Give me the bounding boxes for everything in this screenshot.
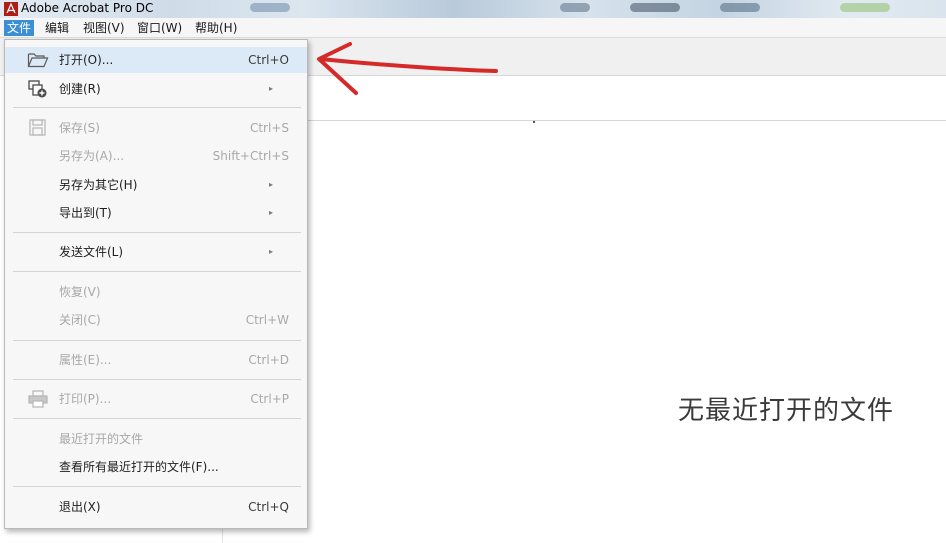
empty-recent-message: 无最近打开的文件 xyxy=(678,396,895,426)
annotation-arrow-icon xyxy=(317,42,498,95)
menu-item-shortcut: Ctrl+S xyxy=(249,121,289,135)
menu-item-label: 导出到(T) xyxy=(59,206,112,220)
menu-item-exit[interactable]: 退出(X) Ctrl+Q xyxy=(5,494,307,520)
menu-item-label: 发送文件(L) xyxy=(59,245,124,259)
menu-separator xyxy=(13,340,301,341)
menu-file[interactable]: 文件 xyxy=(4,20,35,36)
title-bar-decoration xyxy=(630,3,680,12)
menu-separator xyxy=(13,418,301,419)
window-title: Adobe Acrobat Pro DC xyxy=(21,1,154,15)
title-bar-decoration xyxy=(560,3,590,12)
menu-item-label: 恢复(V) xyxy=(59,285,101,299)
folder-open-icon xyxy=(27,50,49,70)
menu-item-label: 退出(X) xyxy=(59,500,101,514)
menu-item-export-to[interactable]: 导出到(T) ▸ xyxy=(5,200,307,226)
menu-edit[interactable]: 编辑 xyxy=(42,20,72,36)
menu-item-shortcut: Shift+Ctrl+S xyxy=(212,149,289,163)
submenu-arrow-icon: ▸ xyxy=(268,180,273,189)
menu-separator xyxy=(13,379,301,380)
menu-item-open[interactable]: 打开(O)... Ctrl+O xyxy=(5,47,307,73)
menu-bar: 文件 编辑 视图(V) 窗口(W) 帮助(H) xyxy=(0,18,946,38)
menu-item-save[interactable]: 保存(S) Ctrl+S xyxy=(5,115,307,141)
submenu-arrow-icon: ▸ xyxy=(268,247,273,256)
menu-help[interactable]: 帮助(H) xyxy=(192,20,240,36)
menu-item-label: 最近打开的文件 xyxy=(59,432,144,446)
menu-item-shortcut: Ctrl+D xyxy=(248,353,289,367)
menu-window[interactable]: 窗口(W) xyxy=(134,20,185,36)
menu-separator xyxy=(13,232,301,233)
menu-view[interactable]: 视图(V) xyxy=(80,20,128,36)
menu-item-shortcut: Ctrl+P xyxy=(250,392,289,406)
menu-item-print[interactable]: 打印(P)... Ctrl+P xyxy=(5,386,307,412)
content-divider xyxy=(222,120,946,121)
menu-item-save-as-other[interactable]: 另存为其它(H) ▸ xyxy=(5,172,307,198)
menu-item-shortcut: Ctrl+W xyxy=(245,313,289,327)
menu-item-label: 属性(E)... xyxy=(59,353,112,367)
menu-item-shortcut: Ctrl+O xyxy=(248,53,289,67)
menu-item-label: 打开(O)... xyxy=(59,53,114,67)
acrobat-logo-icon xyxy=(4,2,18,16)
menu-item-label: 关闭(C) xyxy=(59,313,101,327)
printer-icon xyxy=(27,389,49,409)
menu-item-shortcut: Ctrl+Q xyxy=(248,500,289,514)
menu-item-label: 另存为其它(H) xyxy=(59,178,138,192)
menu-separator xyxy=(13,271,301,272)
submenu-arrow-icon: ▸ xyxy=(268,84,273,93)
menu-item-send-file[interactable]: 发送文件(L) ▸ xyxy=(5,239,307,265)
content-dot xyxy=(533,121,535,123)
menu-item-label: 另存为(A)... xyxy=(59,149,125,163)
menu-item-label: 保存(S) xyxy=(59,121,100,135)
title-bar: Adobe Acrobat Pro DC xyxy=(0,0,946,18)
title-bar-decoration xyxy=(250,3,290,12)
menu-item-label: 创建(R) xyxy=(59,82,101,96)
create-pdf-icon xyxy=(27,79,49,99)
menu-item-label: 打印(P)... xyxy=(59,392,112,406)
title-bar-decoration xyxy=(720,3,760,12)
menu-separator xyxy=(13,107,301,108)
submenu-arrow-icon: ▸ xyxy=(268,208,273,217)
file-menu-dropdown: 打开(O)... Ctrl+O 创建(R) ▸ 保存(S) Ctrl+S 另存为… xyxy=(4,39,308,529)
menu-item-save-as[interactable]: 另存为(A)... Shift+Ctrl+S xyxy=(5,143,307,169)
menu-item-properties[interactable]: 属性(E)... Ctrl+D xyxy=(5,347,307,373)
save-icon xyxy=(27,118,49,138)
menu-item-revert[interactable]: 恢复(V) xyxy=(5,279,307,305)
menu-item-create[interactable]: 创建(R) ▸ xyxy=(5,76,307,102)
menu-item-recent-header: 最近打开的文件 xyxy=(5,426,307,452)
menu-item-close[interactable]: 关闭(C) Ctrl+W xyxy=(5,307,307,333)
menu-item-view-all-recent[interactable]: 查看所有最近打开的文件(F)... xyxy=(5,454,307,480)
menu-separator xyxy=(13,486,301,487)
title-bar-decoration xyxy=(840,3,890,12)
menu-item-label: 查看所有最近打开的文件(F)... xyxy=(59,460,219,474)
